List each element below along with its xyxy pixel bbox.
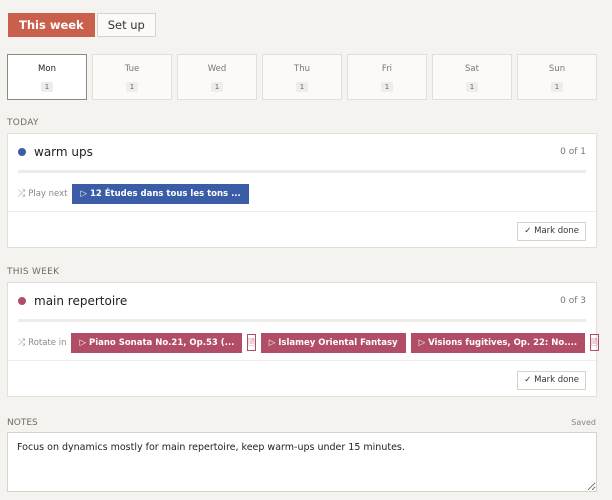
piece-chip[interactable]: ▷ Visions fugitives, Op. 22: No....	[410, 332, 586, 353]
routine-card-main-repertoire: main repertoire 0 of 3 ⤮ Rotate in ▷ Pia…	[7, 282, 599, 399]
notes-label: NOTES	[7, 418, 38, 428]
view-tabs: This week Set up	[8, 13, 156, 37]
progress-bar	[18, 170, 586, 173]
mark-done-button[interactable]: ✓ Mark done	[517, 221, 586, 241]
score-file-icon[interactable]: 🗎	[590, 334, 599, 351]
piece-chip[interactable]: ▷ Piano Sonata No.21, Op.53 (...	[71, 332, 243, 353]
routine-color-dot	[18, 297, 26, 305]
day-tue[interactable]: Tue 1	[92, 54, 172, 100]
day-count-badge: 1	[125, 82, 139, 92]
shuffle-icon: ⤮	[18, 188, 26, 199]
day-count-badge: 1	[380, 82, 394, 92]
day-count-badge: 1	[465, 82, 479, 92]
progress-bar	[18, 319, 586, 322]
shuffle-icon: ⤮	[18, 337, 26, 348]
day-wed[interactable]: Wed 1	[177, 54, 257, 100]
row-label: Rotate in	[28, 337, 67, 348]
card-footer: ✓ Mark done	[8, 361, 596, 399]
day-name: Mon	[38, 64, 56, 74]
rotate-in-row: ⤮ Rotate in ▷ Piano Sonata No.21, Op.53 …	[8, 325, 599, 361]
card-footer: ✓ Mark done	[8, 212, 596, 250]
routine-color-dot	[18, 148, 26, 156]
day-thu[interactable]: Thu 1	[262, 54, 342, 100]
saved-status: Saved	[571, 418, 596, 427]
day-count-badge: 1	[295, 82, 309, 92]
day-name: Tue	[124, 64, 140, 74]
piece-chip[interactable]: ▷ 12 Études dans tous les tons ...	[72, 183, 249, 204]
piece-chip[interactable]: ▷ Islamey Oriental Fantasy	[260, 332, 406, 353]
day-count-badge: 1	[210, 82, 224, 92]
play-next-row: ⤮ Play next ▷ 12 Études dans tous les to…	[8, 176, 596, 212]
day-fri[interactable]: Fri 1	[347, 54, 427, 100]
day-name: Fri	[381, 64, 393, 74]
day-name: Sat	[465, 64, 479, 74]
day-selector: Mon 1 Tue 1 Wed 1 Thu 1 Fri 1 Sat 1 Sun …	[7, 54, 602, 100]
mark-done-button[interactable]: ✓ Mark done	[517, 370, 586, 390]
day-sat[interactable]: Sat 1	[432, 54, 512, 100]
score-file-icon[interactable]: 🗎	[247, 334, 256, 351]
card-header: main repertoire 0 of 3	[8, 283, 596, 319]
day-count-badge: 1	[40, 82, 54, 92]
day-name: Wed	[207, 64, 227, 74]
tab-this-week[interactable]: This week	[8, 13, 95, 37]
day-sun[interactable]: Sun 1	[517, 54, 597, 100]
notes-textarea[interactable]: Focus on dynamics mostly for main repert…	[7, 432, 597, 492]
routine-card-warm-ups: warm ups 0 of 1 ⤮ Play next ▷ 12 Études …	[7, 133, 597, 248]
section-label-today: TODAY	[7, 118, 39, 128]
day-name: Thu	[294, 64, 310, 74]
section-label-this-week: THIS WEEK	[7, 267, 60, 277]
routine-progress-count: 0 of 1	[560, 147, 586, 157]
row-label: Play next	[28, 188, 68, 199]
routine-progress-count: 0 of 3	[560, 296, 586, 306]
routine-title: main repertoire	[34, 294, 128, 308]
tab-set-up[interactable]: Set up	[96, 13, 156, 37]
card-header: warm ups 0 of 1	[8, 134, 596, 170]
day-count-badge: 1	[550, 82, 564, 92]
day-mon[interactable]: Mon 1	[7, 54, 87, 100]
day-name: Sun	[548, 64, 566, 74]
routine-title: warm ups	[34, 145, 93, 159]
